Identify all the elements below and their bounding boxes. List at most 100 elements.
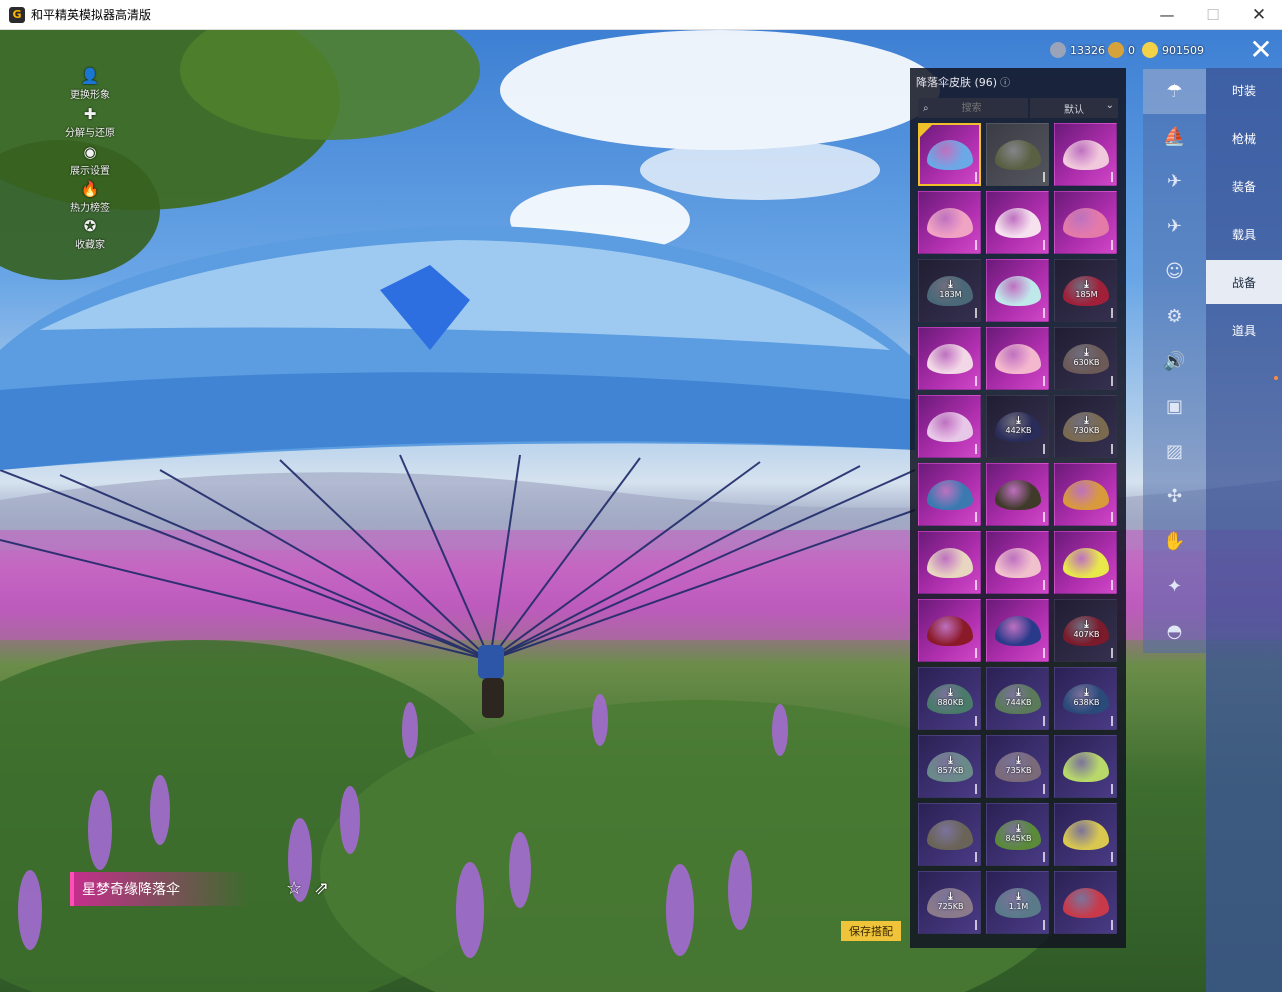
parachute-thumbnail-icon <box>1063 480 1109 510</box>
category-tab[interactable]: 战备 <box>1206 260 1282 304</box>
skin-cell[interactable]: ⤓ 183M <box>918 259 981 322</box>
download-size: 185M <box>1075 290 1098 299</box>
skin-cell[interactable] <box>1054 123 1117 186</box>
skin-cell[interactable]: ⤓ 630KB <box>1054 327 1117 390</box>
download-size: 725KB <box>937 902 964 911</box>
search-input[interactable] <box>928 99 1015 117</box>
download-icon: ⤓ <box>1016 891 1021 902</box>
category-tab[interactable]: 装备 <box>1206 164 1282 208</box>
maximize-icon[interactable]: ☐ <box>1190 0 1236 30</box>
skin-cell[interactable] <box>986 327 1049 390</box>
skin-cell[interactable]: ⤓ 857KB <box>918 735 981 798</box>
level-bar <box>1043 308 1045 318</box>
spray-icon[interactable]: ✣ <box>1143 474 1206 519</box>
skin-cell[interactable]: ⤓ 845KB <box>986 803 1049 866</box>
picture-icon[interactable]: ▨ <box>1143 429 1206 474</box>
level-bar <box>1111 716 1113 726</box>
tool-heat-ranking[interactable]: 🔥 热力榜签 <box>45 181 135 214</box>
skin-cell[interactable]: ⤓ 725KB <box>918 871 981 934</box>
skin-cell[interactable]: ⤓ 744KB <box>986 667 1049 730</box>
parachute-thumbnail-icon <box>1063 548 1109 578</box>
download-icon: ⤓ <box>1084 619 1089 630</box>
face-icon[interactable]: ☺ <box>1143 249 1206 294</box>
skin-cell[interactable] <box>986 531 1049 594</box>
boat-icon[interactable]: ⛵ <box>1143 114 1206 159</box>
skin-cell[interactable] <box>1054 735 1117 798</box>
level-bar <box>1111 920 1113 930</box>
skin-cell[interactable] <box>1054 531 1117 594</box>
tool-label: 热力榜签 <box>70 203 110 214</box>
tool-change-avatar[interactable]: 👤 更换形象 <box>45 68 135 101</box>
save-outfit-button[interactable]: 保存搭配 <box>841 921 901 941</box>
tool-display-settings[interactable]: ◉ 展示设置 <box>45 144 135 177</box>
level-bar <box>1111 580 1113 590</box>
info-icon[interactable]: ⓘ <box>1000 78 1010 89</box>
skin-cell[interactable] <box>918 463 981 526</box>
skin-cell[interactable] <box>1054 191 1117 254</box>
skin-cell[interactable] <box>1054 803 1117 866</box>
skin-cell[interactable] <box>918 395 981 458</box>
window-title: 和平精英模拟器高清版 <box>31 8 152 22</box>
skin-cell[interactable]: ⤓ 730KB <box>1054 395 1117 458</box>
skin-cell[interactable]: ⤓ 735KB <box>986 735 1049 798</box>
skin-cell[interactable]: ⤓ 880KB <box>918 667 981 730</box>
skin-cell[interactable] <box>986 123 1049 186</box>
wand-icon[interactable]: ✦ <box>1143 564 1206 609</box>
currency-silver: 13326 <box>1050 41 1105 59</box>
plane-icon[interactable]: ✈ <box>1143 204 1206 249</box>
skin-cell[interactable] <box>918 803 981 866</box>
download-badge: ⤓ 185M <box>1055 279 1116 300</box>
skin-cell[interactable] <box>918 531 981 594</box>
box-icon[interactable]: ▣ <box>1143 384 1206 429</box>
skin-cell[interactable]: ⤓ 185M <box>1054 259 1117 322</box>
level-bar <box>1111 376 1113 386</box>
level-bar <box>975 172 977 182</box>
category-tab[interactable]: 载具 <box>1206 212 1282 256</box>
tool-collector[interactable]: ✪ 收藏家 <box>45 218 135 251</box>
category-tab[interactable]: 道具 <box>1206 308 1282 352</box>
parachute-thumbnail-icon <box>995 140 1041 170</box>
drone-icon[interactable]: ✈ <box>1143 159 1206 204</box>
share-icon[interactable]: ⇗ <box>314 878 329 899</box>
parachute-thumbnail-icon <box>995 344 1041 374</box>
category-tab[interactable]: 时装 <box>1206 68 1282 112</box>
skin-cell[interactable]: ⤓ 1.1M <box>986 871 1049 934</box>
hat-icon[interactable]: ◓ <box>1143 609 1206 654</box>
robot-icon[interactable]: ⚙ <box>1143 294 1206 339</box>
skin-cell[interactable]: ⤓ 407KB <box>1054 599 1117 662</box>
tool-decompose-restore[interactable]: ✚ 分解与还原 <box>45 106 135 139</box>
level-bar <box>975 716 977 726</box>
speaker-icon[interactable]: 🔊 <box>1143 339 1206 384</box>
level-bar <box>975 512 977 522</box>
hand-icon[interactable]: ✋ <box>1143 519 1206 564</box>
minimize-icon[interactable]: — <box>1144 0 1190 30</box>
skin-cell[interactable] <box>1054 871 1117 934</box>
skin-cell[interactable] <box>918 599 981 662</box>
level-bar <box>975 580 977 590</box>
flame-icon: 🔥 <box>80 180 100 198</box>
skin-cell[interactable] <box>1054 463 1117 526</box>
currency-value: 901509 <box>1162 43 1204 57</box>
search-box[interactable]: ⌕ <box>918 98 1028 118</box>
sort-value: 默认 <box>1064 104 1084 116</box>
level-bar <box>975 376 977 386</box>
favorite-star-icon[interactable]: ☆ <box>286 878 302 899</box>
category-tab[interactable]: 枪械 <box>1206 116 1282 160</box>
window-close-icon[interactable]: ✕ <box>1236 0 1282 30</box>
level-bar <box>1111 852 1113 862</box>
parachute-thumbnail-icon <box>1063 140 1109 170</box>
skin-cell[interactable]: ⤓ 442KB <box>986 395 1049 458</box>
skin-cell[interactable] <box>986 463 1049 526</box>
skin-cell[interactable] <box>918 327 981 390</box>
sort-dropdown[interactable]: 默认 ⌄ <box>1030 98 1118 118</box>
level-bar <box>975 648 977 658</box>
close-panel-icon[interactable]: ✕ <box>1244 35 1278 65</box>
skin-cell[interactable] <box>986 191 1049 254</box>
skin-cell[interactable] <box>986 259 1049 322</box>
parachute-icon[interactable]: ☂ <box>1143 69 1206 114</box>
download-icon: ⤓ <box>1084 279 1089 290</box>
skin-cell[interactable] <box>986 599 1049 662</box>
skin-cell[interactable]: ⤓ 638KB <box>1054 667 1117 730</box>
skin-cell[interactable] <box>918 191 981 254</box>
skin-cell[interactable] <box>918 123 981 186</box>
